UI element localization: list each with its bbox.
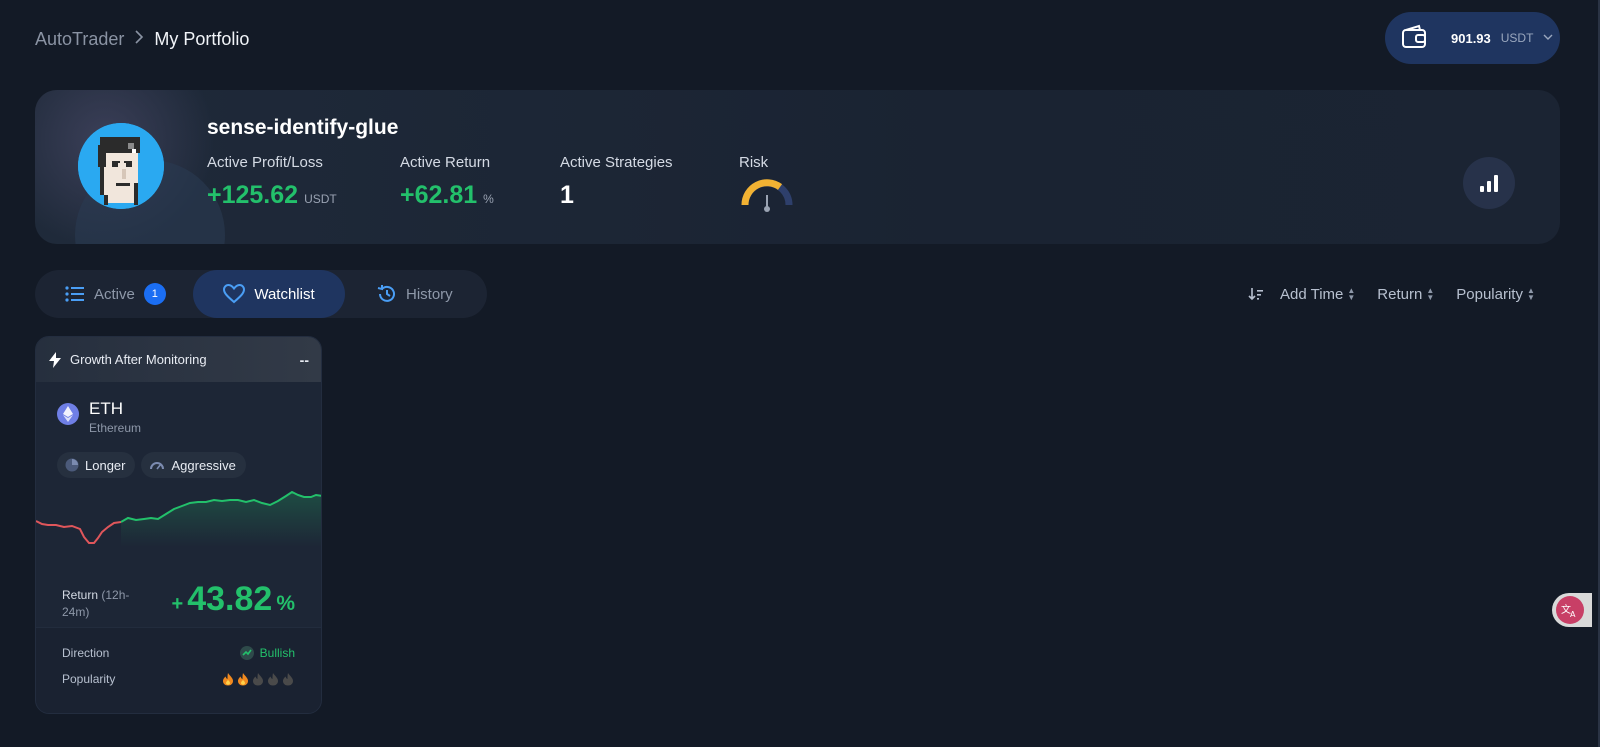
stat-label: Active Profit/Loss <box>207 154 323 171</box>
card-header-value: -- <box>299 351 309 368</box>
direction-row: Direction Bullish <box>62 646 295 660</box>
sort-caret-icon: ▲ ▼ <box>1526 286 1535 302</box>
return-value: + 43.82 % <box>171 580 295 618</box>
profile-summary: sense-identify-glue Active Profit/Loss +… <box>35 90 1560 244</box>
coin-info: ETH Ethereum <box>57 399 141 435</box>
coin-name: Ethereum <box>89 421 142 435</box>
sort-label: Popularity <box>1456 285 1523 303</box>
return-value: +62.81 <box>400 181 478 209</box>
tag-label: Aggressive <box>171 457 236 473</box>
translate-button[interactable]: 文A <box>1552 593 1592 627</box>
stat-label: Active Return <box>400 154 491 171</box>
sort-label: Return <box>1377 285 1423 303</box>
direction-value: Bullish <box>239 646 295 660</box>
portfolio-tabs: Active 1 Watchlist History <box>35 270 487 318</box>
stat-label: Active Strategies <box>560 154 673 171</box>
stats-chart-button[interactable] <box>1463 157 1515 209</box>
risk-gauge-icon <box>741 179 793 212</box>
popularity-rating <box>221 672 295 686</box>
return-unit: % <box>483 192 494 206</box>
tag-duration: Longer <box>57 452 136 478</box>
speedometer-icon <box>150 462 165 470</box>
pixel-face-icon <box>78 123 164 209</box>
stat-strategies: Active Strategies 1 <box>560 154 673 210</box>
profit-loss-unit: USDT <box>304 192 337 206</box>
tag-label: Longer <box>85 457 126 473</box>
direction-label: Direction <box>62 646 110 660</box>
sort-return[interactable]: Return ▲ ▼ <box>1377 286 1434 303</box>
flame-icon <box>223 673 233 686</box>
profit-loss-value: +125.62 <box>207 181 299 209</box>
card-header: Growth After Monitoring -- <box>36 337 321 382</box>
stat-risk: Risk <box>739 154 795 220</box>
bar-chart-icon <box>1480 175 1498 192</box>
wallet-currency: USDT <box>1500 31 1534 45</box>
active-count-badge: 1 <box>143 283 166 305</box>
stat-return: Active Return +62.81 % <box>400 154 494 210</box>
tab-label: Active <box>94 285 135 303</box>
card-footer: Direction Bullish Popularity <box>36 627 321 713</box>
wallet-dropdown[interactable]: 901.93 USDT <box>1385 12 1560 64</box>
return-label: Return (12h-24m) <box>62 588 130 619</box>
tab-active[interactable]: Active 1 <box>35 270 193 318</box>
heart-icon <box>223 284 246 304</box>
sort-desc-icon[interactable] <box>1248 287 1264 301</box>
clock-icon <box>65 458 79 472</box>
breadcrumb: AutoTrader My Portfolio <box>35 26 249 52</box>
card-header-title: Growth After Monitoring <box>70 352 207 367</box>
chevron-down-icon <box>1543 32 1553 44</box>
coin-symbol: ETH <box>89 399 123 418</box>
tab-history[interactable]: History <box>345 270 487 318</box>
list-icon <box>65 286 84 302</box>
popularity-row: Popularity <box>62 672 295 686</box>
tab-label: Watchlist <box>254 285 315 303</box>
flame-icon <box>283 673 293 686</box>
breadcrumb-current: My Portfolio <box>154 28 250 49</box>
sort-caret-icon: ▲ ▼ <box>1426 286 1435 302</box>
sort-controls: Add Time ▲ ▼ Return ▲ ▼ Popularity ▲ ▼ <box>1248 283 1535 305</box>
history-icon <box>377 285 395 302</box>
wallet-icon <box>1402 24 1426 48</box>
lightning-icon <box>49 351 61 368</box>
stat-label: Risk <box>739 154 769 171</box>
avatar[interactable] <box>78 123 164 209</box>
strategies-value: 1 <box>560 181 574 209</box>
ethereum-icon <box>57 403 79 425</box>
username: sense-identify-glue <box>207 116 399 139</box>
strategy-card[interactable]: Growth After Monitoring -- ETH Ethereum … <box>35 336 322 714</box>
tab-watchlist[interactable]: Watchlist <box>193 270 345 318</box>
tag-risk: Aggressive <box>141 452 246 478</box>
sort-popularity[interactable]: Popularity ▲ ▼ <box>1456 286 1535 303</box>
flame-icon <box>238 673 248 686</box>
flame-icon <box>253 673 263 686</box>
popularity-label: Popularity <box>62 672 116 686</box>
stat-profit-loss: Active Profit/Loss +125.62 USDT <box>207 154 337 210</box>
tab-label: History <box>406 285 453 303</box>
flame-icon <box>268 673 278 686</box>
chevron-right-icon <box>134 29 144 50</box>
sort-caret-icon: ▲ ▼ <box>1347 286 1356 302</box>
translate-icon: 文A <box>1556 596 1584 624</box>
return-sparkline <box>36 490 321 547</box>
svg-text:A: A <box>1570 610 1576 618</box>
trend-up-icon <box>239 646 254 660</box>
breadcrumb-root[interactable]: AutoTrader <box>35 29 124 50</box>
strategy-tags: Longer Aggressive <box>57 452 246 478</box>
sort-label: Add Time <box>1280 285 1344 303</box>
sort-add-time[interactable]: Add Time ▲ ▼ <box>1280 286 1355 303</box>
wallet-amount: 901.93 <box>1451 30 1491 46</box>
